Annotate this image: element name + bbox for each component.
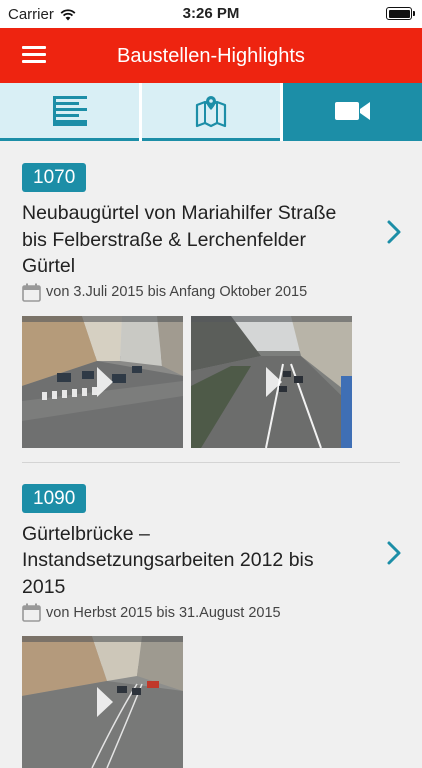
district-badge: 1090: [22, 484, 86, 513]
chevron-right-icon[interactable]: [386, 219, 402, 245]
date-row: von Herbst 2015 bis 31.August 2015: [22, 603, 400, 622]
chevron-right-icon[interactable]: [386, 540, 402, 566]
page-title: Baustellen-Highlights: [0, 45, 422, 68]
list-icon: [53, 96, 87, 126]
calendar-icon: [22, 603, 41, 622]
district-badge: 1070: [22, 163, 86, 192]
item-title: Neubaugürtel von Mariahilfer Straße bis …: [22, 200, 362, 280]
play-icon: [264, 365, 284, 399]
date-row: von 3.Juli 2015 bis Anfang Oktober 2015: [22, 283, 400, 302]
tab-map[interactable]: [142, 83, 280, 141]
webcam-thumbnail[interactable]: [191, 316, 352, 448]
construction-site-list: 1070 Neubaugürtel von Mariahilfer Straße…: [0, 141, 422, 768]
header-bar: Baustellen-Highlights: [0, 28, 422, 83]
map-icon: [194, 94, 228, 128]
item-date: von Herbst 2015 bis 31.August 2015: [46, 605, 281, 621]
play-icon: [95, 685, 115, 719]
play-icon: [95, 365, 115, 399]
tab-video[interactable]: [283, 83, 422, 141]
tab-bar: [0, 83, 422, 141]
webcam-thumbnails: [22, 636, 400, 768]
webcam-thumbnails: [22, 316, 400, 448]
calendar-icon: [22, 283, 41, 302]
list-item[interactable]: 1090 Gürtelbrücke – Instandsetzungsarbei…: [0, 463, 422, 768]
item-title: Gürtelbrücke – Instandsetzungsarbeiten 2…: [22, 521, 362, 601]
battery-icon: [386, 7, 412, 20]
video-camera-icon: [335, 100, 371, 122]
webcam-thumbnail[interactable]: [22, 316, 183, 448]
tab-list[interactable]: [0, 83, 139, 141]
webcam-thumbnail[interactable]: [22, 636, 183, 768]
list-item[interactable]: 1070 Neubaugürtel von Mariahilfer Straße…: [0, 141, 422, 463]
clock: 3:26 PM: [0, 5, 422, 22]
status-bar: Carrier 3:26 PM: [0, 0, 422, 28]
item-date: von 3.Juli 2015 bis Anfang Oktober 2015: [46, 284, 307, 300]
